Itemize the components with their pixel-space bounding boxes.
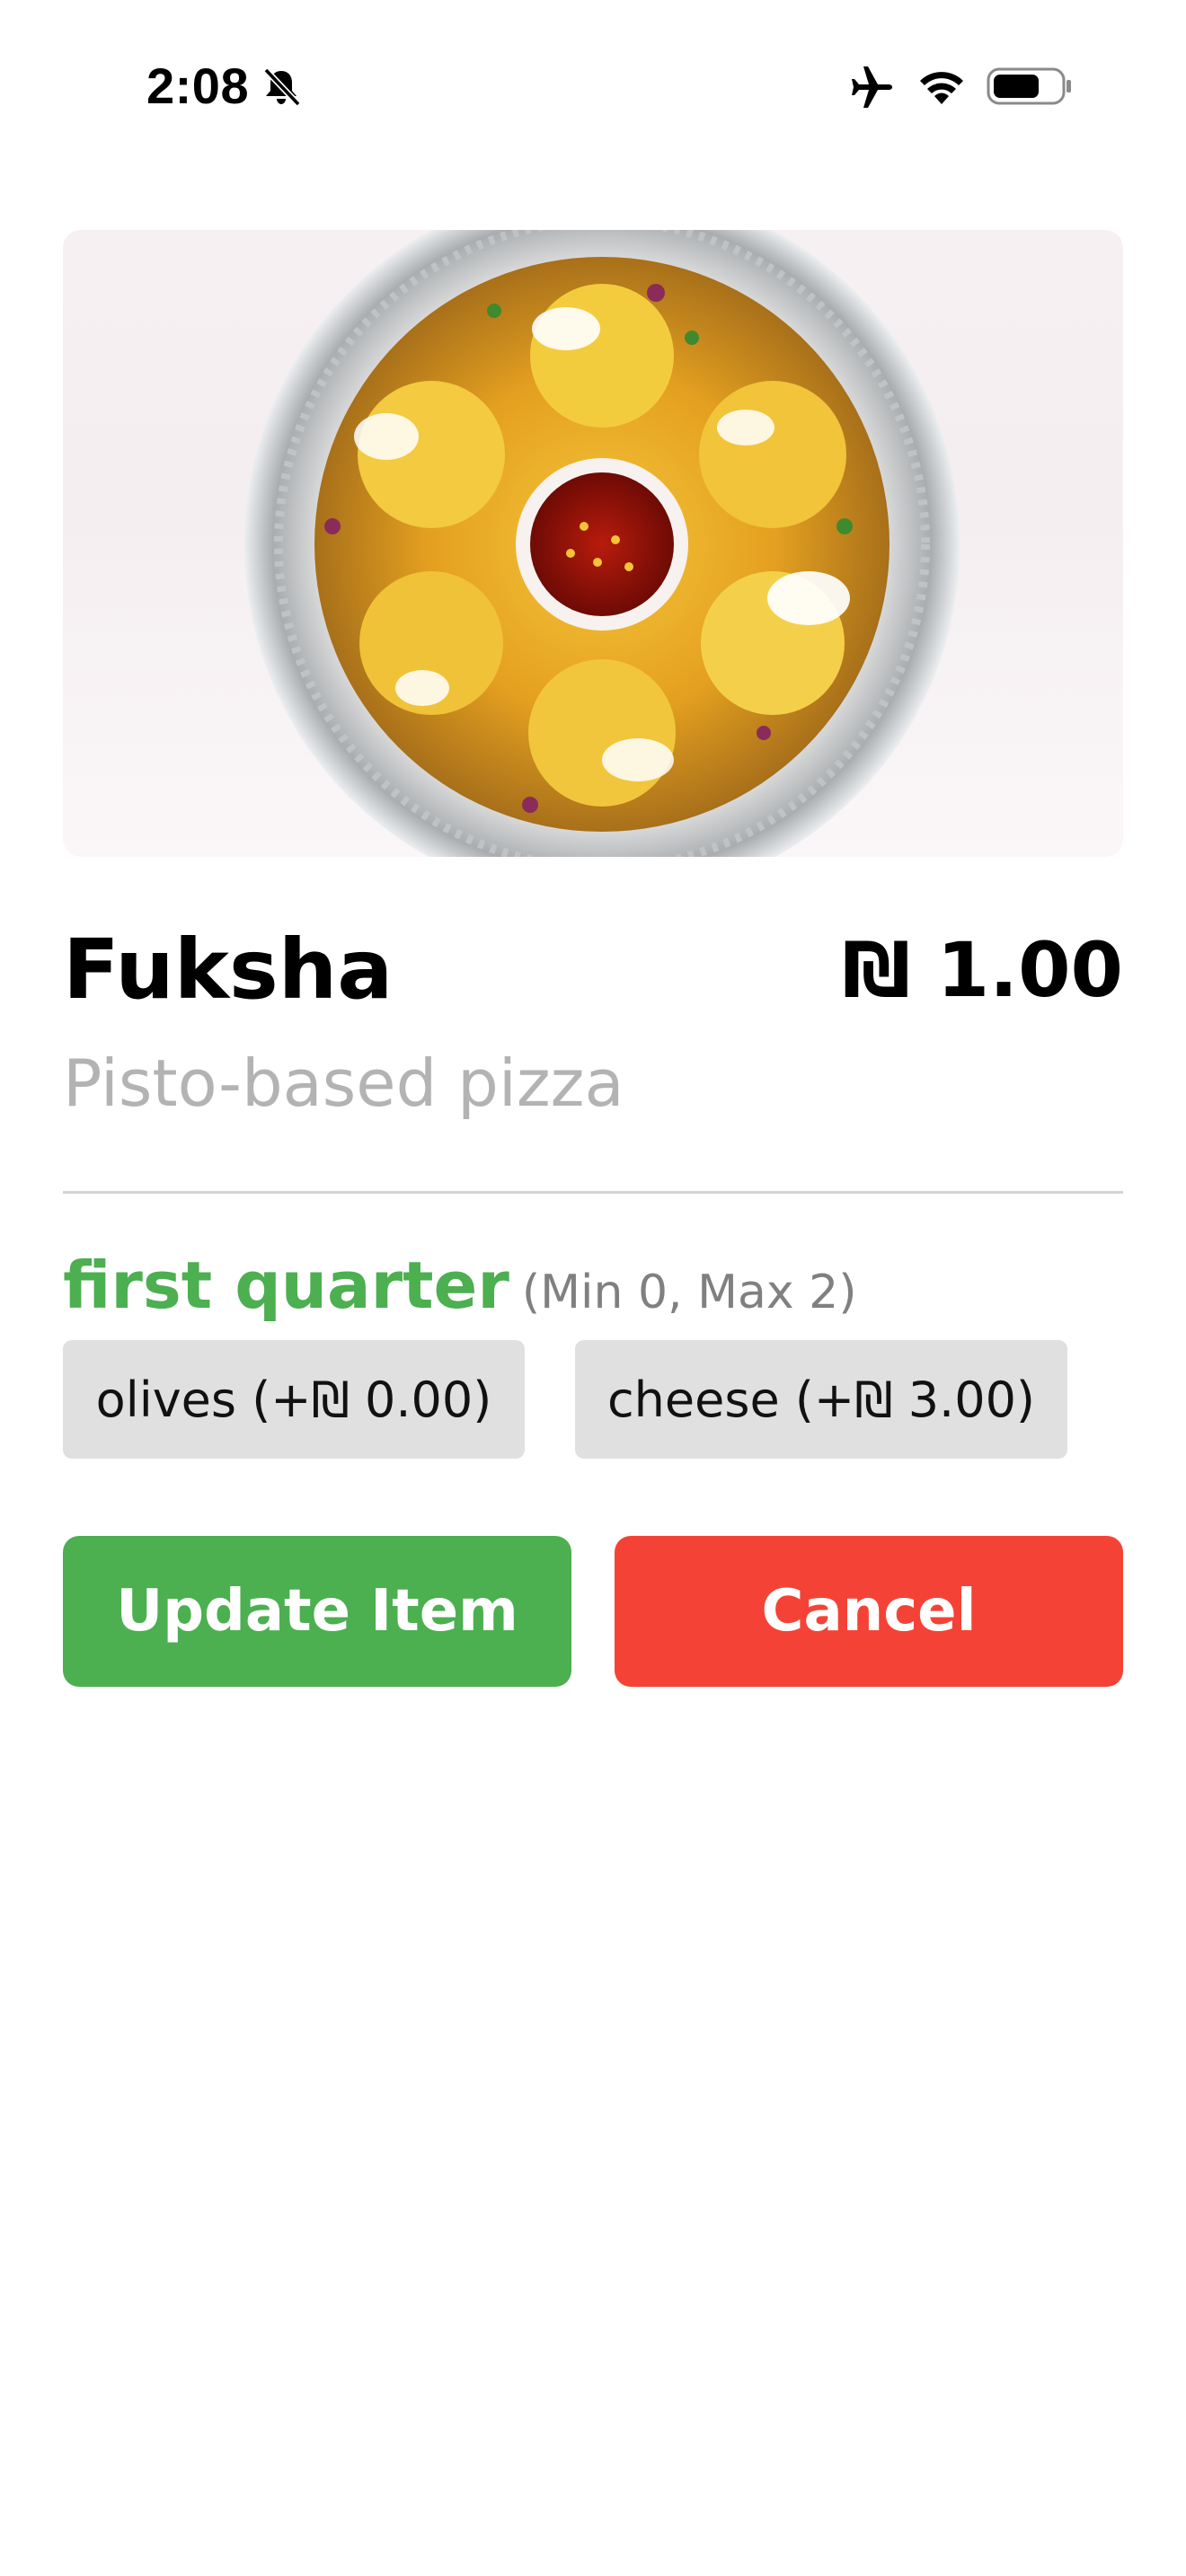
modifier-group-title: first quarter: [63, 1248, 509, 1323]
modifier-group-limits: (Min 0, Max 2): [521, 1266, 857, 1319]
airplane-icon: [852, 66, 892, 108]
item-description: Pisto-based pizza: [63, 1045, 624, 1121]
modifier-group-header: first quarter (Min 0, Max 2): [63, 1236, 857, 1335]
item-name: Fuksha: [63, 922, 394, 1018]
divider: [63, 1191, 1123, 1194]
bell-slash-icon: [263, 67, 301, 107]
status-time: 2:08: [146, 57, 250, 114]
cancel-button[interactable]: Cancel: [615, 1536, 1123, 1687]
item-price: ₪ 1.00: [842, 926, 1123, 1014]
update-item-button[interactable]: Update Item: [63, 1536, 571, 1687]
battery-icon: [987, 67, 1071, 105]
status-bar: 2:08: [0, 0, 1186, 171]
item-photo: [63, 230, 1123, 857]
option-chip-olives[interactable]: olives (+₪ 0.00): [63, 1340, 525, 1459]
option-chip-cheese[interactable]: cheese (+₪ 3.00): [575, 1340, 1067, 1459]
wifi-icon: [920, 72, 963, 104]
